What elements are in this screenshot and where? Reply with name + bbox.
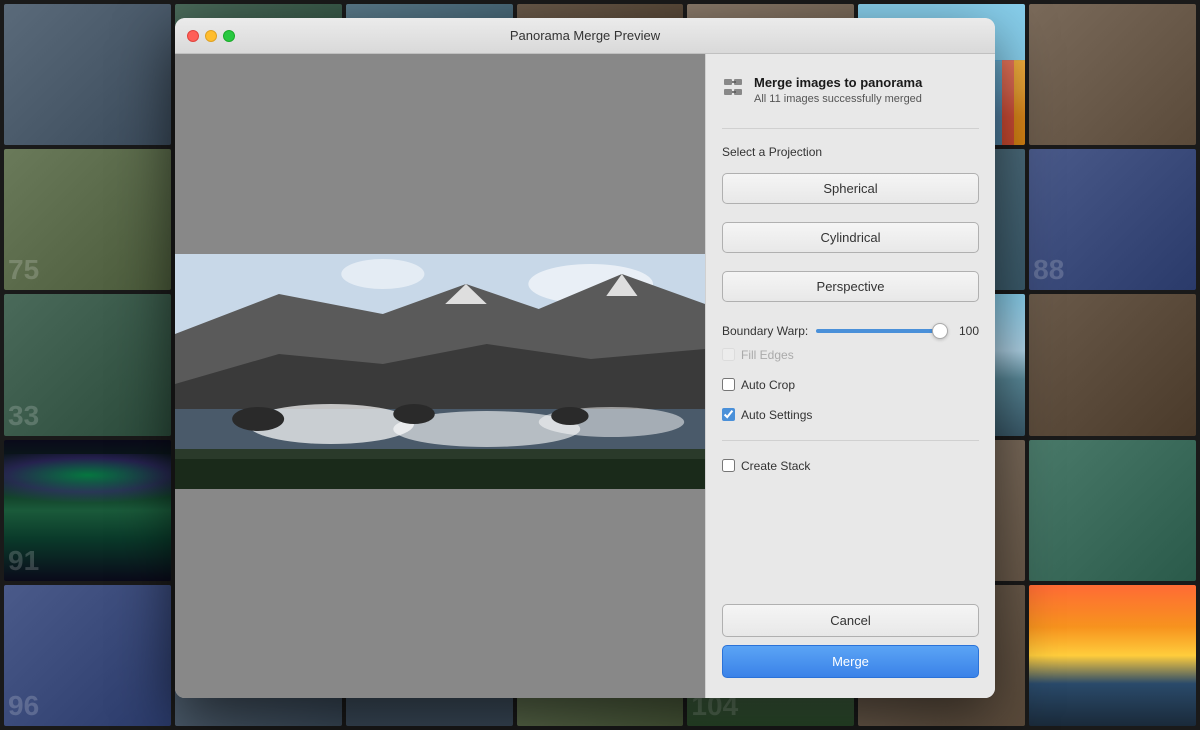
bg-thumb: 96 — [4, 585, 171, 726]
divider — [722, 128, 979, 129]
projection-label: Select a Projection — [722, 145, 979, 159]
bg-thumb — [1029, 4, 1196, 145]
merge-button[interactable]: Merge — [722, 645, 979, 678]
minimize-button[interactable] — [205, 30, 217, 42]
cancel-button[interactable]: Cancel — [722, 604, 979, 637]
bg-thumb — [4, 4, 171, 145]
preview-panel — [175, 54, 705, 698]
divider-2 — [722, 440, 979, 441]
panorama-svg — [175, 254, 705, 489]
boundary-warp-slider[interactable] — [816, 329, 943, 333]
boundary-warp-row: Boundary Warp: 100 — [722, 324, 979, 338]
bg-thumb: 91 — [4, 440, 171, 581]
bg-thumb — [1029, 585, 1196, 726]
panorama-image — [175, 254, 705, 489]
preview-area — [175, 54, 705, 698]
create-stack-label: Create Stack — [741, 459, 810, 473]
title-bar: Panorama Merge Preview — [175, 18, 995, 54]
maximize-button[interactable] — [223, 30, 235, 42]
merge-heading: Merge images to panorama — [754, 74, 922, 92]
bg-thumb: 88 — [1029, 149, 1196, 290]
fill-edges-checkbox[interactable] — [722, 348, 735, 361]
boundary-warp-section: Boundary Warp: 100 Fill Edges — [722, 324, 979, 364]
boundary-warp-value: 100 — [951, 324, 979, 338]
bg-thumb: 33 — [4, 294, 171, 435]
merge-info: Merge images to panorama All 11 images s… — [754, 74, 922, 108]
auto-crop-label: Auto Crop — [741, 378, 795, 392]
cylindrical-button[interactable]: Cylindrical — [722, 222, 979, 253]
spherical-button[interactable]: Spherical — [722, 173, 979, 204]
perspective-button[interactable]: Perspective — [722, 271, 979, 302]
merge-status: All 11 images successfully merged — [754, 92, 922, 107]
fill-edges-label: Fill Edges — [741, 348, 794, 362]
window-controls — [187, 30, 235, 42]
auto-crop-checkbox[interactable] — [722, 378, 735, 391]
auto-settings-row: Auto Settings — [722, 406, 979, 424]
auto-settings-checkbox[interactable] — [722, 408, 735, 421]
bg-thumb — [1029, 440, 1196, 581]
merge-icon — [722, 75, 746, 99]
merge-header: Merge images to panorama All 11 images s… — [722, 74, 979, 108]
right-panel: Merge images to panorama All 11 images s… — [705, 54, 995, 698]
fill-edges-row: Fill Edges — [722, 346, 979, 364]
dialog-body: Merge images to panorama All 11 images s… — [175, 54, 995, 698]
bottom-buttons: Cancel Merge — [722, 604, 979, 678]
boundary-warp-label: Boundary Warp: — [722, 324, 808, 338]
bg-thumb — [1029, 294, 1196, 435]
create-stack-row: Create Stack — [722, 457, 979, 475]
create-stack-checkbox[interactable] — [722, 459, 735, 472]
close-button[interactable] — [187, 30, 199, 42]
dialog-title: Panorama Merge Preview — [510, 28, 660, 43]
auto-crop-row: Auto Crop — [722, 376, 979, 394]
panorama-merge-dialog: Panorama Merge Preview — [175, 18, 995, 698]
auto-settings-label: Auto Settings — [741, 408, 812, 422]
bg-thumb: 75 — [4, 149, 171, 290]
